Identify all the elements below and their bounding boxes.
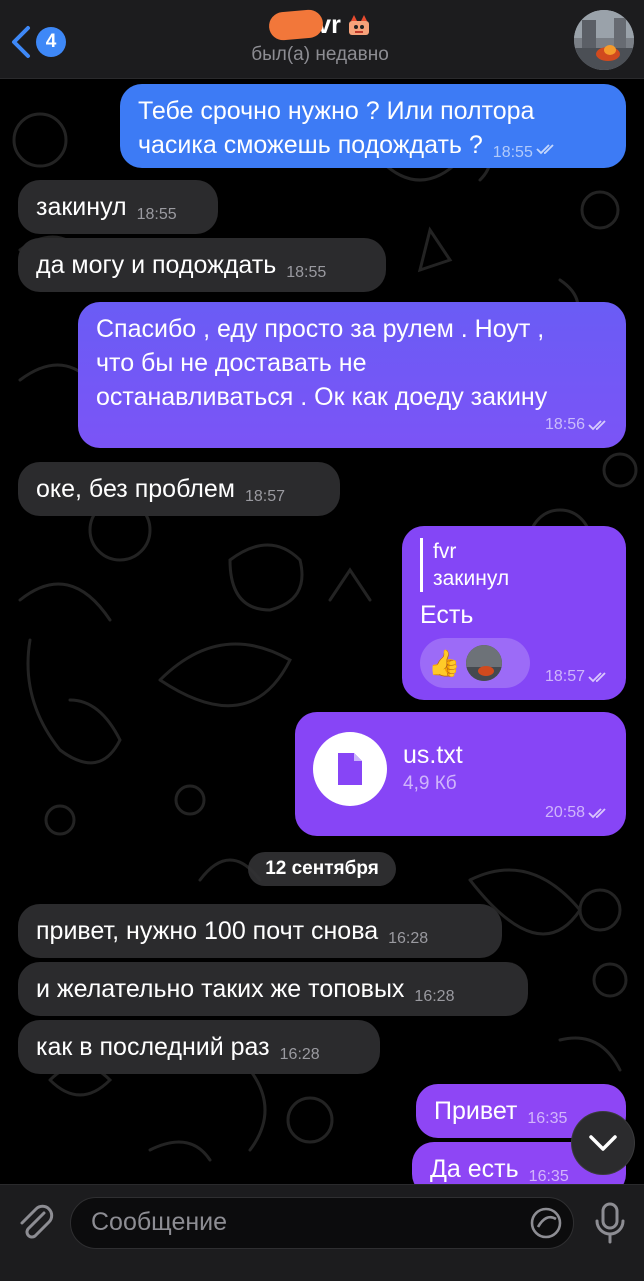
message-input[interactable]: Сообщение xyxy=(70,1197,574,1249)
avatar-image xyxy=(574,10,634,70)
message-text: Спасибо , еду просто за рулем . Ноут , xyxy=(96,315,545,343)
file-name[interactable]: us.txt xyxy=(403,740,463,770)
message-text: Привет xyxy=(434,1097,518,1125)
message-time: 16:28 xyxy=(414,988,455,1005)
file-size: 4,9 Кб xyxy=(403,773,457,794)
message-incoming[interactable]: оке, без проблем 18:57 xyxy=(18,462,340,516)
redaction-mark xyxy=(268,8,325,42)
message-outgoing-file[interactable]: us.txt 4,9 Кб 20:58 xyxy=(295,712,626,836)
message-time: 16:35 xyxy=(527,1110,568,1127)
message-time-row: 18:57 xyxy=(545,660,610,694)
message-text: привет, нужно 100 почт снова xyxy=(36,917,379,945)
double-check-icon xyxy=(588,808,606,819)
message-time: 18:55 xyxy=(136,206,177,223)
reply-author: fvr xyxy=(433,540,457,563)
chat-title-area[interactable]: vr был(а) недавно xyxy=(160,8,480,66)
attach-icon[interactable] xyxy=(14,1201,58,1245)
file-download-button[interactable] xyxy=(313,732,387,806)
message-text: закинул xyxy=(36,193,127,221)
message-time: 16:28 xyxy=(279,1046,320,1063)
sticker-icon[interactable] xyxy=(529,1206,563,1240)
message-time: 18:57 xyxy=(544,668,585,685)
emoji-status-icon xyxy=(348,15,369,35)
double-check-icon xyxy=(588,420,606,431)
reaction-chip[interactable]: 👍 xyxy=(420,638,530,688)
double-check-icon xyxy=(588,672,606,683)
message-time: 18:55 xyxy=(492,144,533,161)
message-input-placeholder: Сообщение xyxy=(91,1208,228,1236)
message-text: Тебе срочно нужно ? Или полтора xyxy=(138,97,535,125)
file-icon xyxy=(338,753,362,785)
message-composer: Сообщение xyxy=(0,1184,644,1281)
message-text: часика сможешь подождать ? 18:55 xyxy=(138,128,608,170)
message-incoming[interactable]: привет, нужно 100 почт снова 16:28 xyxy=(18,904,502,958)
message-outgoing[interactable]: Спасибо , еду просто за рулем . Ноут , ч… xyxy=(78,302,626,448)
message-text: как в последний раз xyxy=(36,1033,270,1061)
reply-text: закинул xyxy=(433,567,510,590)
message-incoming[interactable]: да могу и подождать 18:55 xyxy=(18,238,386,292)
message-incoming[interactable]: как в последний раз 16:28 xyxy=(18,1020,380,1074)
avatar[interactable] xyxy=(574,10,634,70)
reaction-avatar xyxy=(466,645,503,681)
message-time: 18:56 xyxy=(544,416,585,433)
message-text: Да есть xyxy=(430,1155,519,1183)
message-time: 18:55 xyxy=(286,264,327,281)
chat-status: был(а) недавно xyxy=(251,44,389,65)
chat-header: 4 vr был(а) недавно xyxy=(0,0,644,79)
message-text: Есть xyxy=(420,601,474,629)
message-text: оке, без проблем xyxy=(36,475,235,503)
date-separator: 12 сентября xyxy=(248,852,396,886)
message-text: и желательно таких же топовых xyxy=(36,975,405,1003)
message-text: останавливаться . Ок как доеду закину xyxy=(96,383,548,411)
message-incoming[interactable]: закинул 18:55 xyxy=(18,180,218,234)
message-text: да могу и подождать xyxy=(36,251,277,279)
message-time: 20:58 xyxy=(544,804,585,821)
scroll-to-bottom-button[interactable] xyxy=(572,1112,634,1174)
message-outgoing[interactable]: Тебе срочно нужно ? Или полтора часика с… xyxy=(120,84,626,168)
chevron-down-icon xyxy=(589,1135,617,1151)
message-time: 16:35 xyxy=(528,1168,569,1185)
message-outgoing-reply[interactable]: fvr закинул Есть 👍 18:57 xyxy=(402,526,626,700)
message-text: что бы не доставать не xyxy=(96,349,367,377)
message-incoming[interactable]: и желательно таких же топовых 16:28 xyxy=(18,962,528,1016)
message-time: 16:28 xyxy=(388,930,429,947)
reply-quote[interactable]: fvr закинул xyxy=(420,538,608,592)
message-time: 18:57 xyxy=(244,488,285,505)
mic-icon[interactable] xyxy=(590,1201,630,1245)
reaction-emoji: 👍 xyxy=(428,648,461,678)
chevron-left-icon xyxy=(12,26,30,58)
back-button[interactable]: 4 xyxy=(10,22,80,62)
double-check-icon xyxy=(536,144,554,155)
unread-badge: 4 xyxy=(36,27,66,57)
message-time-row: 18:56 xyxy=(545,408,610,442)
message-time-row: 20:58 xyxy=(545,796,610,830)
